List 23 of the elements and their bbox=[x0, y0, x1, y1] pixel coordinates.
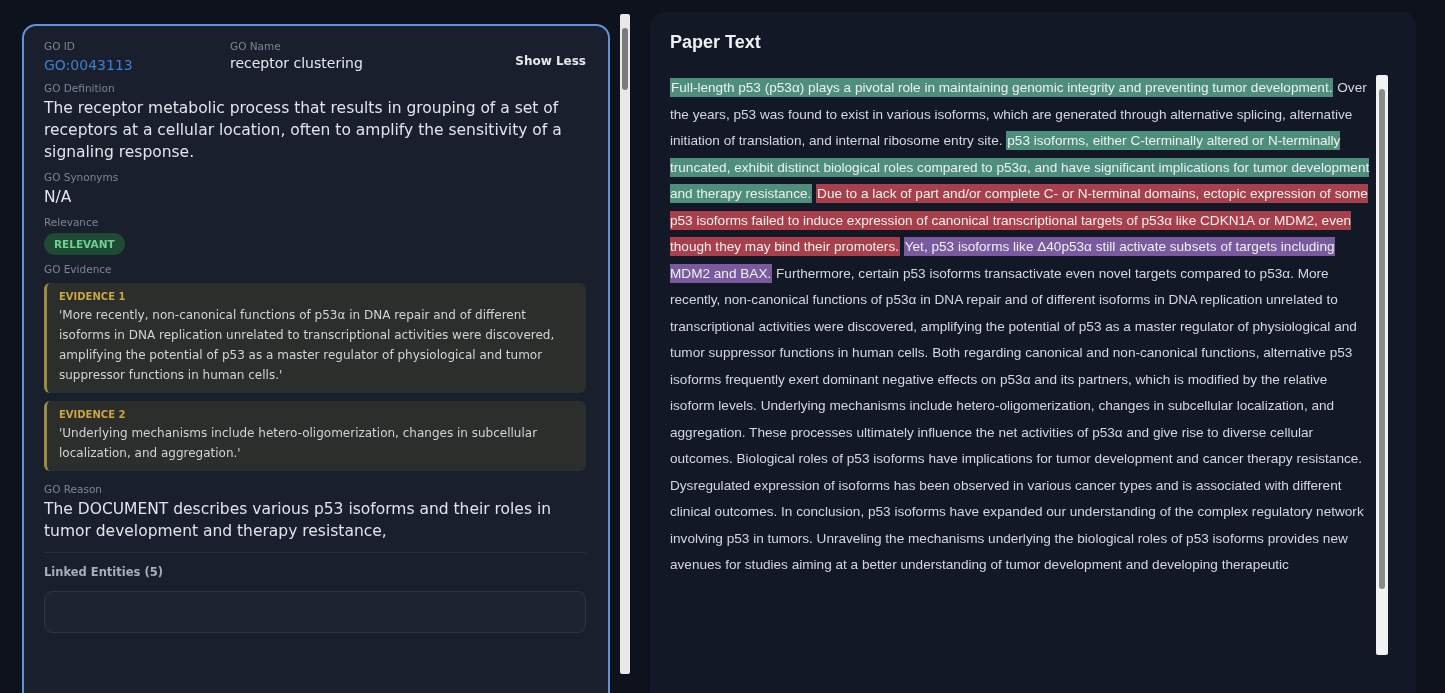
evidence-quote: 'Underlying mechanisms include hetero-oligomerization, changes in subcellular localization, and aggregation.' bbox=[59, 425, 539, 462]
field-label: GO Name bbox=[230, 40, 282, 52]
evidence-title: EVIDENCE 2 bbox=[59, 409, 127, 420]
go-id-link[interactable]: GO:0043113 bbox=[44, 57, 133, 73]
paper-text: Full-length p53 (p53α) plays a pivotal role in maintaining genomic integrity and preventing tumor development. Over the years, p53 was found to exist in various isoforms, which are generated through alternative splicing, alternative initiation of translation, and internal ribosome entry site. p53 isoforms, either C-terminally altered or N-terminally truncated, exhibit distinct biological roles compared to p53α, and have significant implications for tumor development and therapy resistance. Due to a lack of part and/or complete C- or N-terminal domains, ectopic expression of some p53 isoforms failed to induce expression of canonical transcriptional targets of p53α like CDKN1A or MDM2, even though they may bind their promoters. Yet, p53 isoforms like Δ40p53α still activate subsets of targets including MDM2 and BAX. Furthermore, certain p53 isoforms transactivate even novel targets compared to p53α. More recently, non-canonical functions of p53α in DNA repair and of different isoforms in DNA replication unrelated to transcriptional activities were discovered, amplifying the potential of p53 as a master regulator of physiological and tumor suppressor functions in human cells. Both regarding canonical and non-canonical functions, alternative p53 isoforms frequently exert dominant negative effects on p53α and its partners, which is modified by the relative isoform levels. Underlying mechanisms include hetero-oligomerization, changes in subcellular localization, and aggregation. These processes ultimately influence the net activities of p53α and give rise to diverse cellular outcomes. Biological roles of p53 isoforms have implications for tumor development and cancer therapy resistance. Dysregulated expression of isoforms has been observed in various cancer types and is associated with different clinical outcomes. In conclusion, p53 isoforms have expanded our understanding of the complex regulatory network involving p53 in tumors. Unraveling the mechanisms underlying the biological roles of p53 isoforms provides new avenues for studies aiming at a better understanding of tumor development and developing therapeutic bbox=[670, 77, 1370, 574]
synonyms-value: N/A bbox=[44, 187, 73, 208]
panel-title: Paper Text bbox=[670, 32, 762, 53]
evidence-quote: 'More recently, non-canonical functions of p53α in DNA repair and of different isoforms in DNA replication unrelated to transcriptional activities were discovered, amplifying the potential of p53 as a master regulator of physiological and tumor suppressor functions in human cells.' bbox=[59, 307, 556, 384]
field-label: Relevance bbox=[44, 216, 100, 228]
reason-text: The DOCUMENT describes various p53 isoforms and their roles in tumor development and therapy resistance, bbox=[44, 499, 553, 542]
field-label: GO ID bbox=[44, 40, 76, 52]
definition-text: The receptor metabolic process that results in grouping of a set of receptors at a cellular location, often to amplify the sensitivity of a signaling response. bbox=[44, 98, 563, 163]
scrollbar[interactable] bbox=[1376, 75, 1388, 655]
evidence-title: EVIDENCE 1 bbox=[59, 291, 127, 302]
field-label: GO Evidence bbox=[44, 263, 113, 275]
show-less-button[interactable]: Show Less bbox=[515, 54, 586, 68]
linked-entities-heading: Linked Entities (5) bbox=[44, 565, 164, 579]
scrollbar[interactable] bbox=[620, 14, 630, 674]
field-label: GO Synonyms bbox=[44, 171, 120, 183]
field-value: receptor clustering bbox=[230, 55, 364, 71]
relevance-badge: RELEVANT bbox=[44, 233, 125, 255]
field-label: GO Reason bbox=[44, 483, 103, 495]
field-label: GO Definition bbox=[44, 82, 116, 94]
